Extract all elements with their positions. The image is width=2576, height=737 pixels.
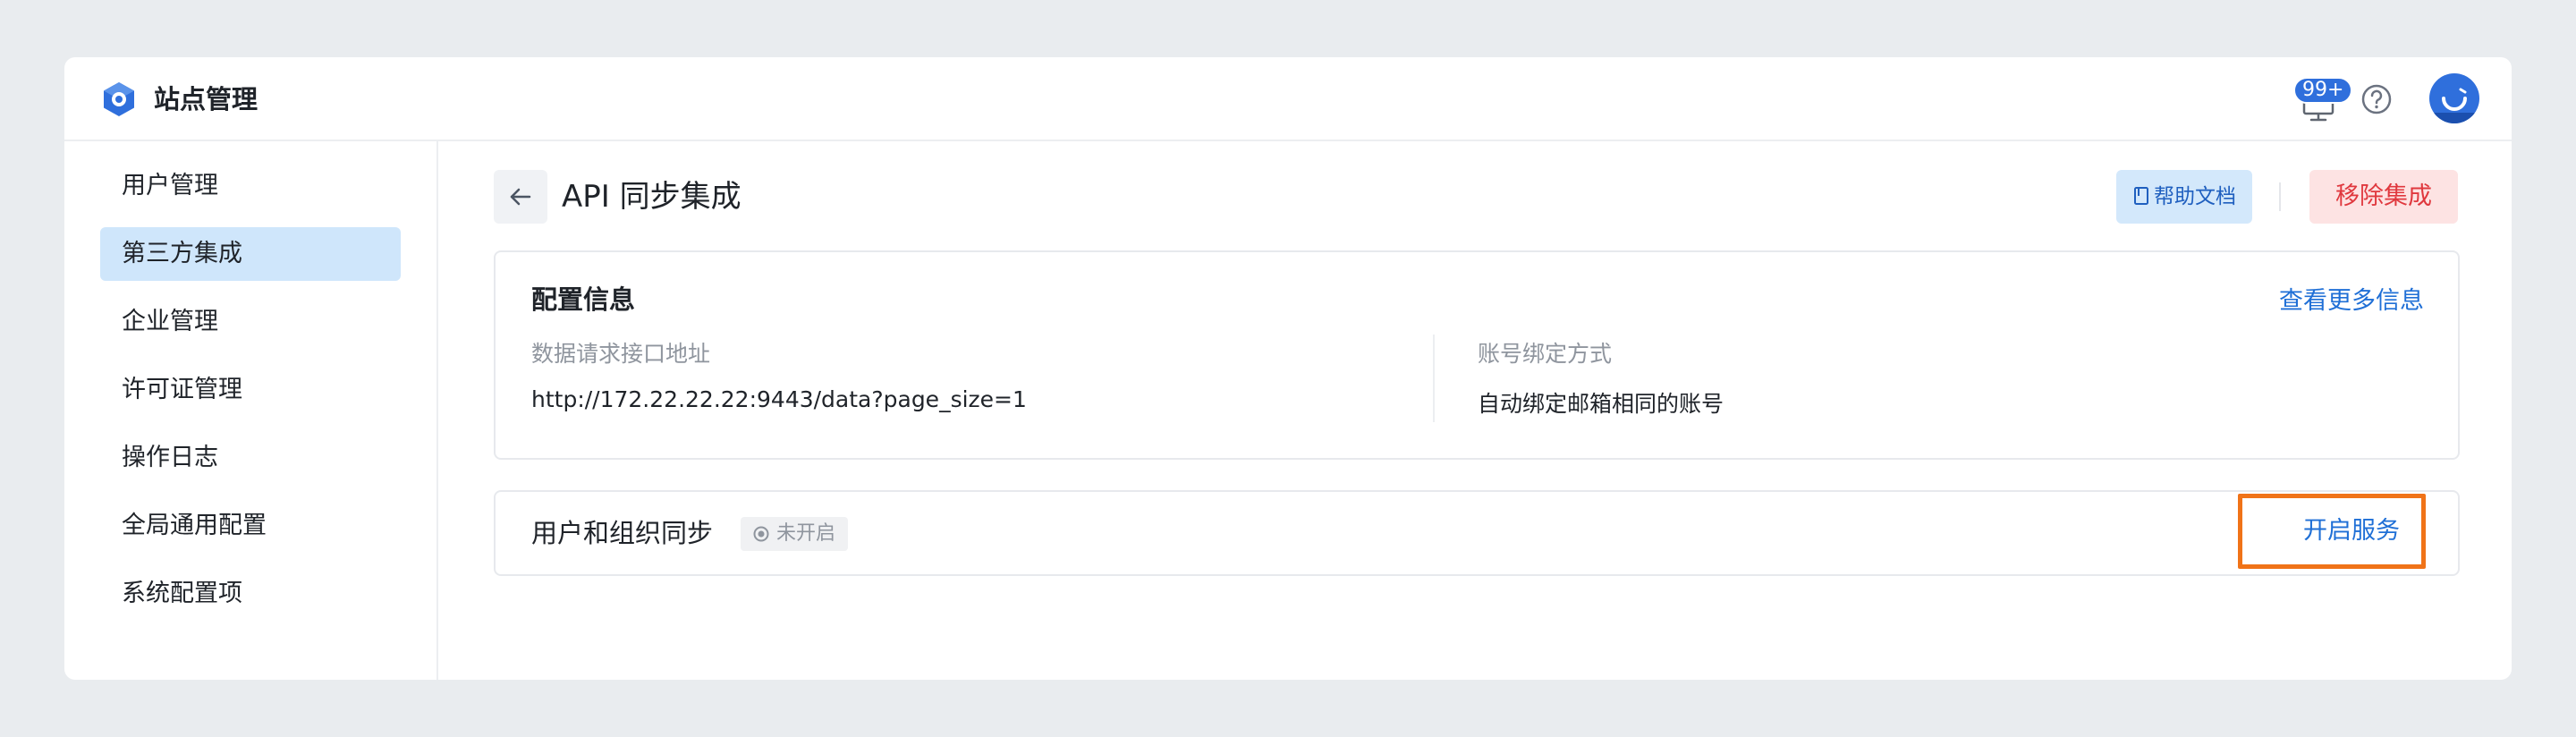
sidebar-item-global-config[interactable]: 全局通用配置 (100, 499, 401, 553)
app-window: 站点管理 99+ 用户管理 第三方集成 企业管理 许可证管理 操作日志 全局通用… (64, 57, 2512, 680)
notification-button[interactable]: 99+ (2293, 77, 2353, 127)
notification-badge: 99+ (2293, 77, 2353, 104)
sidebar-item-system-config[interactable]: 系统配置项 (100, 567, 401, 621)
status-badge: 未开启 (741, 517, 849, 551)
help-doc-label: 帮助文档 (2154, 185, 2236, 208)
sync-card-title: 用户和组织同步 (531, 518, 714, 548)
hexagon-logo-icon[interactable] (100, 80, 138, 118)
page-title: API 同步集成 (562, 179, 741, 215)
start-service-button[interactable]: 开启服务 (2238, 494, 2426, 569)
view-more-link[interactable]: 查看更多信息 (2279, 281, 2424, 316)
config-card-title: 配置信息 (531, 284, 636, 315)
sidebar-item-users[interactable]: 用户管理 (100, 159, 401, 213)
sync-card: 用户和组织同步 未开启 开启服务 (494, 490, 2460, 576)
top-header: 站点管理 99+ (64, 57, 2512, 141)
field-divider (1433, 335, 1435, 422)
sidebar-item-license[interactable]: 许可证管理 (100, 363, 401, 417)
sidebar: 用户管理 第三方集成 企业管理 许可证管理 操作日志 全局通用配置 系统配置项 (64, 141, 438, 680)
sidebar-item-third-party[interactable]: 第三方集成 (100, 227, 401, 281)
back-button[interactable] (494, 170, 547, 224)
radio-dot-icon (753, 526, 769, 542)
api-url-label: 数据请求接口地址 (531, 341, 711, 367)
status-label: 未开启 (776, 522, 836, 545)
app-title: 站点管理 (154, 84, 258, 114)
api-url-value: http://172.22.22.22:9443/data?page_size=… (531, 386, 1027, 412)
book-icon (2134, 187, 2148, 205)
binding-method-label: 账号绑定方式 (1478, 341, 1613, 367)
binding-method-value: 自动绑定邮箱相同的账号 (1478, 391, 1724, 417)
smile-avatar-icon (2429, 88, 2479, 123)
sidebar-item-logs[interactable]: 操作日志 (100, 431, 401, 485)
arrow-left-icon (510, 188, 531, 206)
user-avatar[interactable] (2429, 73, 2479, 123)
remove-integration-button[interactable]: 移除集成 (2309, 170, 2458, 224)
config-card: 配置信息 查看更多信息 数据请求接口地址 http://172.22.22.22… (494, 250, 2460, 460)
question-circle-icon[interactable] (2360, 82, 2394, 116)
help-doc-button[interactable]: 帮助文档 (2116, 170, 2252, 224)
toolbar-divider (2279, 182, 2281, 211)
sidebar-item-enterprise[interactable]: 企业管理 (100, 295, 401, 349)
